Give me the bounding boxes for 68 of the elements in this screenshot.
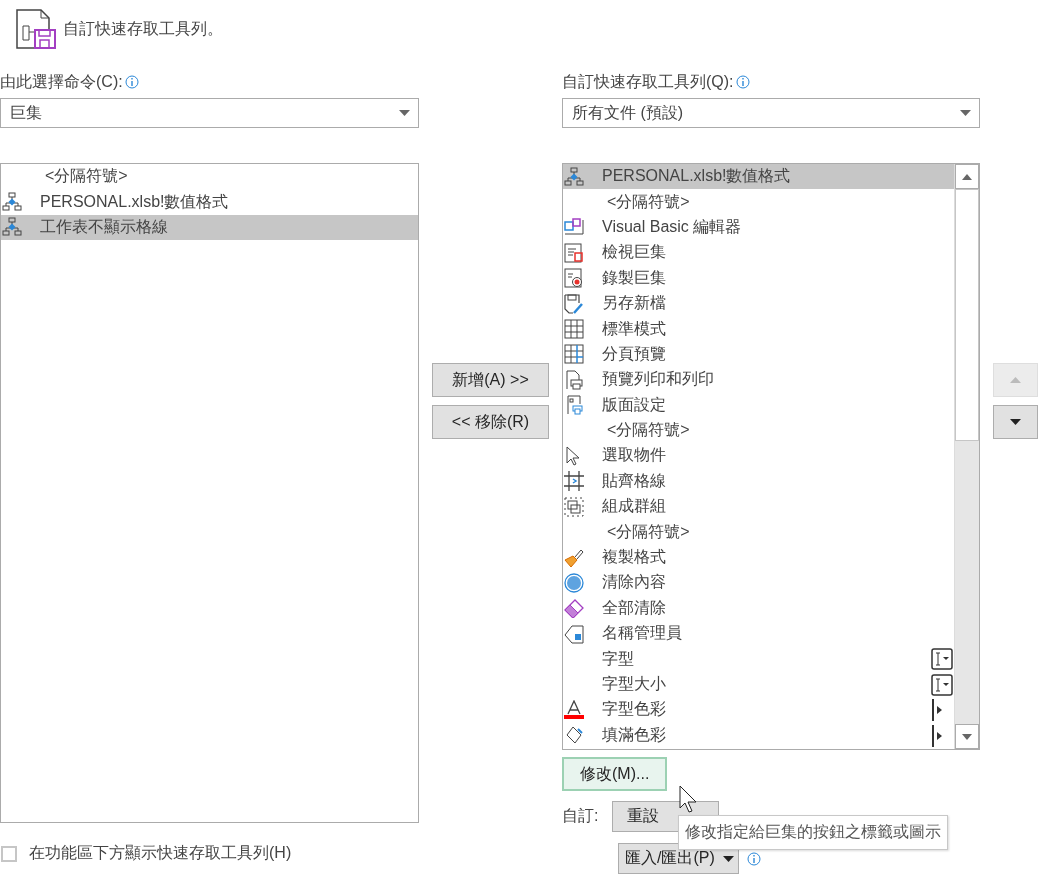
list-item[interactable]: 貼齊格線 — [563, 468, 954, 495]
group-icon — [564, 496, 584, 517]
checkbox[interactable] — [1, 845, 17, 862]
list-item[interactable]: PERSONAL.xlsb!數值格式 — [563, 164, 954, 190]
list-item[interactable]: 填滿色彩 — [563, 722, 954, 748]
move-down-button[interactable] — [993, 405, 1038, 439]
list-item[interactable]: 錄製巨集 — [563, 265, 954, 291]
macro-list-icon — [564, 242, 584, 263]
field-label: 由此選擇命令(C): — [0, 71, 123, 92]
modify-button[interactable]: 修改(M)... — [562, 757, 668, 791]
list-item[interactable]: 名稱管理員 — [563, 621, 954, 647]
text-cursor-dropdown-icon — [931, 648, 953, 671]
list-item[interactable]: 選取物件 — [563, 443, 954, 469]
up-arrow-icon — [1010, 377, 1021, 383]
list-item[interactable]: <分隔符號> — [563, 519, 954, 545]
list-item[interactable]: 分頁預覽 — [563, 341, 954, 368]
macro-icon — [564, 166, 584, 187]
tooltip: 修改指定給巨集的按鈕之標籤或圖示 — [678, 815, 948, 850]
snap-grid-icon — [564, 471, 584, 492]
font-color-icon — [564, 699, 584, 720]
document-save-icon — [15, 8, 57, 50]
checkbox-label: 在功能區下方顯示快速存取工具列(H) — [29, 843, 292, 863]
page-grid-icon — [564, 344, 584, 365]
text-cursor-dropdown-icon — [931, 673, 953, 696]
down-arrow-icon — [1010, 419, 1021, 425]
list-item[interactable]: 另存新檔 — [563, 290, 954, 317]
list-item[interactable]: Visual Basic 編輯器 — [563, 214, 954, 241]
mouse-pointer-icon — [679, 785, 699, 815]
dropdown-arrow-icon[interactable] — [960, 110, 971, 116]
toolbar-dropdown[interactable]: 所有文件 (預設) — [562, 98, 980, 128]
macro-icon — [2, 192, 22, 213]
caret-icon — [722, 855, 734, 862]
commands-dropdown[interactable]: 巨集 — [0, 98, 419, 128]
list-item[interactable]: 標準模式 — [563, 316, 954, 342]
split-arrow-icon — [932, 699, 942, 722]
dropdown-arrow-icon[interactable] — [399, 110, 410, 116]
macro-icon — [2, 217, 22, 238]
list-item[interactable]: 版面設定 — [563, 392, 954, 418]
list-item[interactable]: 預覽列印和列印 — [563, 367, 954, 393]
list-item[interactable]: 字型 — [563, 646, 954, 672]
scroll-up-icon[interactable] — [962, 173, 972, 180]
list-item[interactable]: 工作表不顯示格線 — [1, 214, 418, 241]
split-arrow-icon — [932, 724, 942, 747]
grid-icon — [564, 319, 584, 340]
list-item[interactable]: <分隔符號> — [1, 164, 418, 190]
customize-label: 自訂: — [562, 806, 599, 826]
info-icon — [746, 851, 761, 866]
add-button[interactable]: 新增(A) >> — [432, 363, 549, 397]
list-item[interactable]: PERSONAL.xlsb!數值格式 — [1, 189, 418, 215]
list-item[interactable]: 字型色彩 — [563, 697, 954, 723]
info-icon — [735, 75, 750, 89]
dialog-title: 自訂快速存取工具列。 — [63, 18, 223, 39]
list-item[interactable]: 複製格式 — [563, 544, 954, 571]
list-item[interactable]: 字型大小 — [563, 671, 954, 698]
list-item[interactable]: 清除內容 — [563, 570, 954, 596]
scrollbar[interactable] — [954, 164, 979, 749]
list-item[interactable]: 組成群組 — [563, 494, 954, 520]
list-item[interactable]: <分隔符號> — [563, 189, 954, 215]
info-icon — [124, 75, 139, 89]
scroll-down-icon[interactable] — [962, 733, 972, 740]
circle-icon — [564, 572, 584, 593]
remove-button[interactable]: << 移除(R) — [432, 405, 549, 439]
field-label: 自訂快速存取工具列(Q): — [562, 71, 734, 92]
list-item[interactable]: 檢視巨集 — [563, 240, 954, 266]
list-item[interactable]: 全部清除 — [563, 595, 954, 622]
cubes-icon — [564, 217, 584, 238]
save-pencil-icon — [564, 293, 584, 314]
list-item[interactable]: <分隔符號> — [563, 417, 954, 444]
